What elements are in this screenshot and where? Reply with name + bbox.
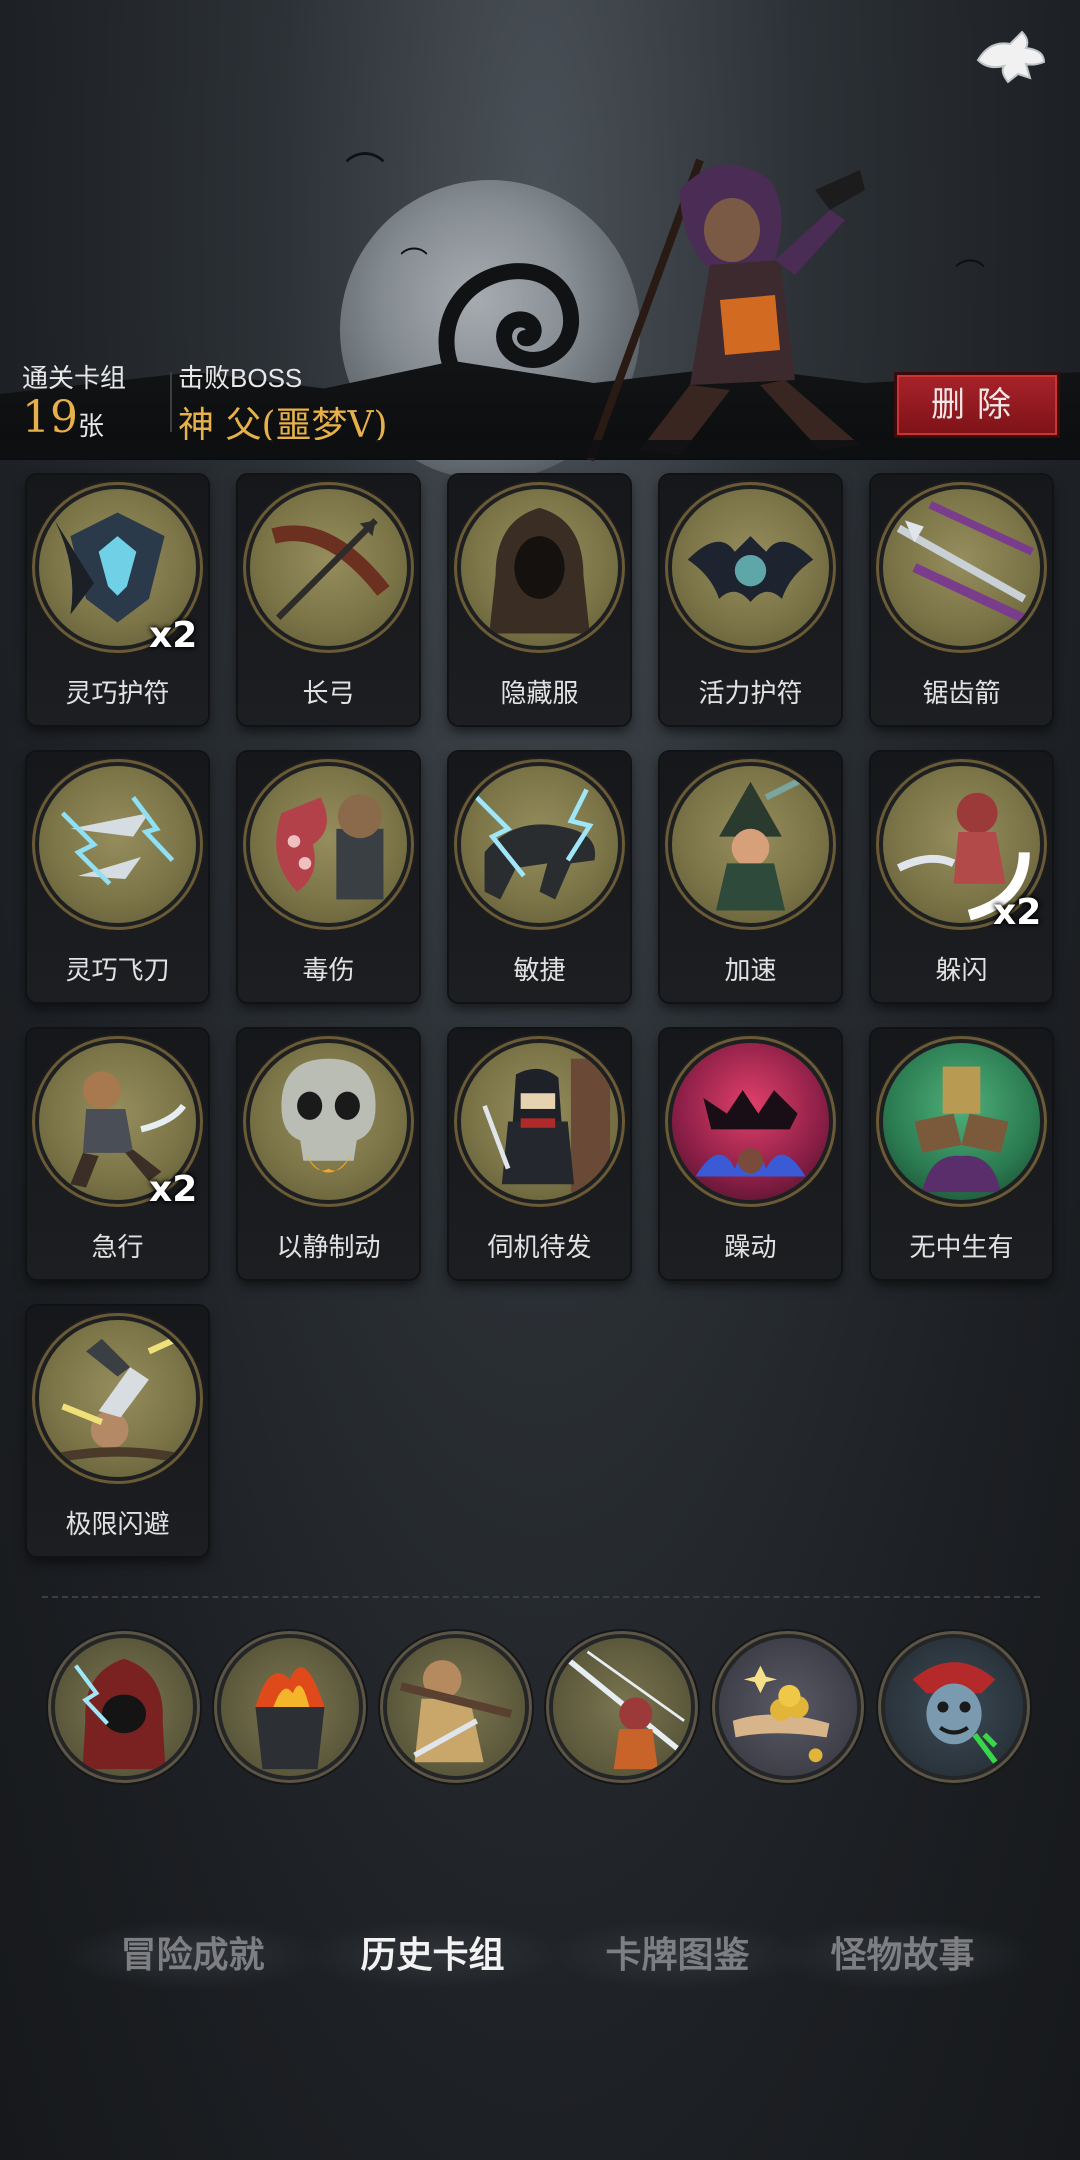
back-button[interactable] (970, 22, 1050, 92)
card-name: 灵巧飞刀 (65, 955, 170, 985)
card-name: 长弓 (302, 678, 355, 708)
card-item[interactable]: 极限闪避 (27, 1306, 208, 1556)
card-name: 毒伤 (302, 955, 355, 985)
longbow-icon (250, 489, 407, 646)
boss-label: 击败BOSS (178, 363, 303, 393)
card-count-badge: x2 (993, 892, 1042, 933)
bat-icon: ⌒ (955, 259, 985, 292)
card-item[interactable]: 隐藏服 (449, 475, 630, 725)
card-name: 加速 (724, 955, 777, 985)
card-item[interactable]: 灵巧飞刀 (27, 752, 208, 1002)
bat-icon: ⌒ (400, 246, 429, 277)
card-item[interactable]: x2 躲闪 (871, 752, 1052, 1002)
card-name: 极限闪避 (65, 1509, 170, 1539)
card-name: 隐藏服 (500, 678, 579, 708)
flying-knives-icon (39, 766, 196, 923)
poison-tentacle-icon (250, 766, 407, 923)
bat-icon: ⌒ (345, 151, 385, 195)
sword-slash-icon[interactable] (553, 1638, 691, 1776)
card-item[interactable]: 敏捷 (449, 752, 630, 1002)
cleared-deck-unit: 张 (78, 411, 105, 441)
card-item[interactable]: 加速 (660, 752, 841, 1002)
tab-monster-stories[interactable]: 怪物故事 (780, 1922, 1025, 1988)
delete-button[interactable]: 删除 (894, 372, 1060, 438)
ninja-icon (461, 1043, 618, 1200)
card-item[interactable]: 无中生有 (871, 1029, 1052, 1279)
huntress-hero-illustration (586, 158, 865, 462)
tab-card-codex[interactable]: 卡牌图鉴 (555, 1922, 800, 1988)
tab-history-deck[interactable]: 历史卡组 (310, 1922, 555, 1988)
card-count-badge: x2 (149, 1169, 198, 1210)
card-item[interactable]: 伺机待发 (449, 1029, 630, 1279)
card-item[interactable]: 锯齿箭 (871, 475, 1052, 725)
card-name: 灵巧护符 (65, 678, 170, 708)
skull-icon (250, 1043, 407, 1200)
card-name: 敏捷 (513, 955, 566, 985)
stat-divider (170, 372, 172, 432)
card-item[interactable]: 躁动 (660, 1029, 841, 1279)
panther-icon (461, 766, 618, 923)
card-name: 无中生有 (909, 1232, 1014, 1262)
card-name: 急行 (91, 1232, 144, 1262)
card-item[interactable]: x2 灵巧护符 (27, 475, 208, 725)
card-item[interactable]: 长弓 (238, 475, 419, 725)
card-name: 躁动 (724, 1232, 777, 1262)
knife-monk-icon[interactable] (387, 1638, 525, 1776)
card-name: 锯齿箭 (922, 678, 1001, 708)
card-name: 伺机待发 (487, 1232, 592, 1262)
card-name: 以静制动 (276, 1232, 381, 1262)
cleared-deck-count: 19 (22, 392, 78, 443)
section-divider (42, 1596, 1040, 1598)
card-count-badge: x2 (149, 615, 198, 656)
card-name: 活力护符 (698, 678, 803, 708)
card-item[interactable]: 以静制动 (238, 1029, 419, 1279)
witch-icon (672, 766, 829, 923)
hooded-cloak-icon (461, 489, 618, 646)
cleared-deck-label: 通关卡组 (22, 363, 127, 393)
tab-adventure-achievements[interactable]: 冒险成就 (70, 1922, 315, 1988)
card-name: 躲闪 (935, 955, 988, 985)
fire-brazier-icon[interactable] (221, 1638, 359, 1776)
card-item[interactable]: 毒伤 (238, 752, 419, 1002)
card-item[interactable]: x2 急行 (27, 1029, 208, 1279)
serrated-arrow-icon (883, 489, 1040, 646)
card-item[interactable]: 活力护符 (660, 475, 841, 725)
bat-amulet-icon (672, 489, 829, 646)
gold-coins-icon[interactable] (719, 1638, 857, 1776)
header-bottom-edge (0, 440, 1080, 458)
jester-icon[interactable] (885, 1638, 1023, 1776)
header-banner: ⌒ ⌒ ⌒ 通关卡组 19 张 击败BOSS 神 父(噩梦Ⅴ) 删除 (0, 0, 1080, 480)
rage-icon (672, 1043, 829, 1200)
hooded-rogue-icon[interactable] (55, 1638, 193, 1776)
extreme-dodge-icon (39, 1320, 196, 1477)
summon-plant-icon (883, 1043, 1040, 1200)
